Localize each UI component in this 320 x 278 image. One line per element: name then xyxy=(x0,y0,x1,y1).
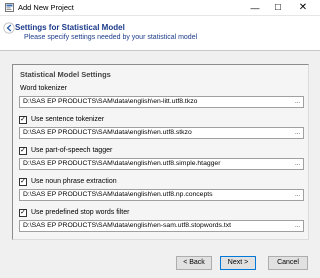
next-button[interactable]: Next > xyxy=(220,256,256,270)
cancel-button[interactable]: Cancel xyxy=(268,256,308,270)
checkmark-icon: ✓ xyxy=(20,116,26,123)
pos-tagger-label: Use part-of-speech tagger xyxy=(31,147,113,154)
noun-phrase-checkbox[interactable]: ✓ xyxy=(19,178,27,186)
wizard-content: Statistical Model Settings Word tokenize… xyxy=(0,50,320,250)
pos-tagger-field[interactable]: D:\SAS EP PRODUCTS\SAM\data\english\en.u… xyxy=(19,158,304,170)
app-icon xyxy=(5,3,14,12)
stop-words-label: Use predefined stop words filter xyxy=(31,209,130,216)
stop-words-field[interactable]: D:\SAS EP PRODUCTS\SAM\data\english\en-s… xyxy=(19,220,304,232)
title-bar: Add New Project — ☐ ✕ xyxy=(0,0,320,16)
noun-phrase-browse-button[interactable]: ... xyxy=(295,191,300,199)
sentence-tokenizer-field[interactable]: D:\SAS EP PRODUCTS\SAM\data\english\en.u… xyxy=(19,127,304,139)
pos-tagger-checkbox[interactable]: ✓ xyxy=(19,147,27,155)
pos-tagger-browse-button[interactable]: ... xyxy=(295,160,300,168)
word-tokenizer-label: Word tokenizer xyxy=(20,85,67,92)
minimize-button[interactable]: — xyxy=(244,0,266,16)
back-arrow-icon[interactable] xyxy=(3,22,15,34)
checkmark-icon: ✓ xyxy=(20,209,26,216)
checkmark-icon: ✓ xyxy=(20,147,26,154)
maximize-button[interactable]: ☐ xyxy=(267,0,289,16)
sentence-tokenizer-value: D:\SAS EP PRODUCTS\SAM\data\english\en.u… xyxy=(23,129,192,136)
section-title: Statistical Model Settings xyxy=(20,70,111,79)
wizard-header: Settings for Statistical Model Please sp… xyxy=(0,16,320,50)
stop-words-checkbox[interactable]: ✓ xyxy=(19,209,27,217)
settings-panel: Statistical Model Settings Word tokenize… xyxy=(12,64,309,240)
page-subtitle: Please specify settings needed by your s… xyxy=(24,34,198,41)
sentence-tokenizer-browse-button[interactable]: ... xyxy=(295,129,300,137)
checkmark-icon: ✓ xyxy=(20,178,26,185)
word-tokenizer-browse-button[interactable]: ... xyxy=(295,98,300,106)
page-title: Settings for Statistical Model xyxy=(15,23,125,32)
stop-words-browse-button[interactable]: ... xyxy=(295,222,300,230)
word-tokenizer-value: D:\SAS EP PRODUCTS\SAM\data\english\en-l… xyxy=(23,98,198,105)
word-tokenizer-field[interactable]: D:\SAS EP PRODUCTS\SAM\data\english\en-l… xyxy=(19,96,304,108)
window-title: Add New Project xyxy=(18,3,74,12)
noun-phrase-label: Use noun phrase extraction xyxy=(31,178,117,185)
sentence-tokenizer-label: Use sentence tokenizer xyxy=(31,116,105,123)
close-button[interactable]: ✕ xyxy=(292,0,314,16)
noun-phrase-field[interactable]: D:\SAS EP PRODUCTS\SAM\data\english\en.u… xyxy=(19,189,304,201)
noun-phrase-value: D:\SAS EP PRODUCTS\SAM\data\english\en.u… xyxy=(23,191,213,198)
sentence-tokenizer-checkbox[interactable]: ✓ xyxy=(19,116,27,124)
back-button[interactable]: < Back xyxy=(176,256,212,270)
stop-words-value: D:\SAS EP PRODUCTS\SAM\data\english\en-s… xyxy=(23,222,232,229)
pos-tagger-value: D:\SAS EP PRODUCTS\SAM\data\english\en.u… xyxy=(23,160,221,167)
wizard-footer: < Back Next > Cancel xyxy=(0,250,320,278)
